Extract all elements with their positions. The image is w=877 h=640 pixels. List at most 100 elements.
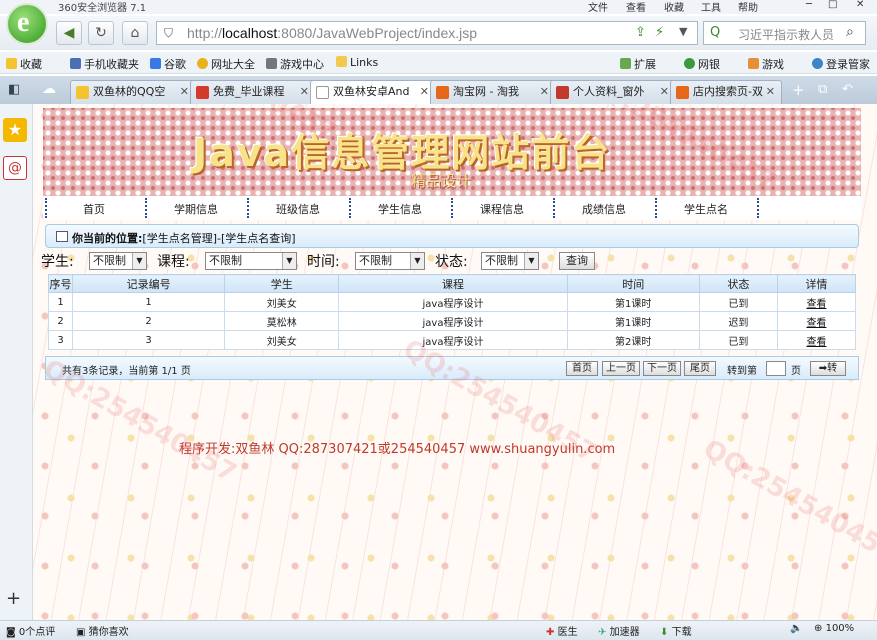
tab-6[interactable]: 店内搜索页-双 ✕ — [670, 80, 782, 104]
back-button[interactable]: ◀ — [56, 21, 82, 45]
menu-favorites[interactable]: 收藏 — [664, 0, 684, 14]
game-icon — [748, 58, 759, 69]
tab-3[interactable]: 双鱼林安卓And ✕ — [310, 80, 436, 104]
last-page-button[interactable]: 尾页 — [684, 361, 716, 376]
chevron-down-icon: ▼ — [410, 253, 424, 269]
close-icon[interactable]: ✕ — [856, 0, 864, 10]
gamepad-icon — [266, 58, 277, 69]
browser-logo-icon[interactable]: e — [6, 3, 48, 45]
fav-google[interactable]: 谷歌 — [150, 56, 186, 72]
search-box[interactable]: Q 习近平指示救人员 ⌕ — [703, 21, 866, 45]
grid-icon — [620, 58, 631, 69]
menu-help[interactable]: 帮助 — [738, 0, 758, 14]
menu-view[interactable]: 查看 — [626, 0, 646, 14]
view-link[interactable]: 查看 — [806, 337, 826, 348]
fav-games[interactable]: 游戏中心 — [266, 56, 324, 72]
accelerator-status[interactable]: ✈ 加速器 — [598, 623, 640, 638]
home-button[interactable]: ⌂ — [122, 21, 148, 45]
search-engine-icon[interactable]: Q — [710, 25, 720, 40]
menu-file[interactable]: 文件 — [588, 0, 608, 14]
window-title: 360安全浏览器 7.1 — [58, 3, 147, 14]
share-icon[interactable]: ⇪ — [635, 25, 646, 40]
course-filter-label: 课程: — [157, 254, 190, 270]
refresh-button[interactable]: ↻ — [88, 21, 114, 45]
goto-label: 转到第 — [727, 366, 757, 377]
comment-icon: ◙ — [6, 627, 16, 638]
nav-term[interactable]: 学期信息 — [145, 201, 247, 217]
page-icon — [316, 86, 329, 99]
undo-icon[interactable]: ↶ — [842, 82, 853, 97]
sidebar-toggle-icon[interactable]: ◧ — [8, 82, 20, 97]
nav-home[interactable]: 首页 — [43, 201, 145, 217]
cell-detail: 查看 — [776, 292, 857, 312]
chevron-down-icon[interactable]: ▼ — [679, 25, 687, 38]
view-link[interactable]: 查看 — [806, 318, 826, 329]
maximize-icon[interactable]: □ — [828, 0, 837, 10]
fav-sites[interactable]: 网址大全 — [197, 56, 255, 72]
download-status[interactable]: ⬇ 下载 — [660, 623, 692, 638]
first-page-button[interactable]: 首页 — [566, 361, 598, 376]
search-icon[interactable]: ⌕ — [846, 24, 854, 40]
fav-game[interactable]: 游戏 — [748, 56, 784, 72]
new-tab-icon[interactable]: + — [792, 81, 805, 99]
tab-close-icon[interactable]: ✕ — [540, 81, 549, 103]
lightning-icon[interactable]: ⚡ — [655, 25, 664, 40]
url-input[interactable]: ⛉ http://localhost:8080/JavaWebProject/i… — [156, 21, 698, 45]
cell-time: 第2课时 — [566, 330, 700, 350]
next-page-button[interactable]: 下一页 — [643, 361, 681, 376]
tab-close-icon[interactable]: ✕ — [660, 81, 669, 103]
status-bar — [0, 620, 877, 640]
tab-close-icon[interactable]: ✕ — [420, 81, 429, 103]
add-panel-icon[interactable]: + — [6, 588, 21, 609]
nav-class[interactable]: 班级信息 — [247, 201, 349, 217]
time-select[interactable]: 不限制 ▼ — [355, 252, 425, 270]
page-number-input[interactable] — [766, 361, 786, 376]
fav-login[interactable]: 登录管家 — [812, 56, 870, 72]
fav-collect[interactable]: 收藏 — [6, 56, 42, 72]
restore-tab-icon[interactable]: ⧉ — [818, 82, 827, 97]
view-link[interactable]: 查看 — [806, 299, 826, 310]
nav-rollcall[interactable]: 学生点名 — [655, 201, 757, 217]
favorites-star-icon[interactable]: ★ — [3, 118, 27, 142]
mail-icon[interactable]: @ — [3, 156, 27, 180]
cell-no: 3 — [47, 330, 74, 350]
cell-no: 2 — [47, 311, 74, 331]
prev-page-button[interactable]: 上一页 — [602, 361, 640, 376]
key-icon — [812, 58, 823, 69]
tab-close-icon[interactable]: ✕ — [766, 81, 775, 103]
fav-mobile[interactable]: 手机收藏夹 — [70, 56, 139, 72]
cell-id: 2 — [72, 311, 226, 331]
url-path: :8080/JavaWebProject/index.jsp — [277, 25, 478, 41]
cell-student: 刘美女 — [224, 330, 340, 350]
go-button[interactable]: ➡转 — [810, 361, 846, 376]
fav-bank[interactable]: 网银 — [684, 56, 720, 72]
nav-score[interactable]: 成绩信息 — [553, 201, 655, 217]
tab-close-icon[interactable]: ✕ — [180, 81, 189, 103]
course-select[interactable]: 不限制 ▼ — [205, 252, 297, 270]
fav-links[interactable]: Links — [336, 56, 378, 69]
comments-status[interactable]: ◙ 0个点评 — [6, 623, 55, 638]
minimize-icon[interactable]: ─ — [806, 0, 812, 10]
search-input[interactable]: 习近平指示救人员 — [738, 26, 834, 43]
fav-extensions[interactable]: 扩展 — [620, 56, 656, 72]
chevron-down-icon: ▼ — [132, 253, 146, 269]
zoom-status[interactable]: ⊕ 100% — [814, 623, 854, 634]
cloud-icon[interactable]: ☁ — [42, 81, 56, 97]
tab-4[interactable]: 淘宝网 - 淘我 ✕ — [430, 80, 556, 104]
tab-close-icon[interactable]: ✕ — [300, 81, 309, 103]
nav-course[interactable]: 课程信息 — [451, 201, 553, 217]
tab-5[interactable]: 个人资料_窗外 ✕ — [550, 80, 676, 104]
doctor-status[interactable]: ✚ 医生 — [546, 623, 578, 638]
tab-2[interactable]: 免费_毕业课程 ✕ — [190, 80, 316, 104]
menu-tools[interactable]: 工具 — [701, 0, 721, 14]
tab-1[interactable]: 双鱼林的QQ空 ✕ — [70, 80, 196, 104]
nav-student[interactable]: 学生信息 — [349, 201, 451, 217]
query-button[interactable]: 查询 — [559, 252, 595, 270]
table-row: 1 1 刘美女 java程序设计 第1课时 已到 查看 — [47, 292, 857, 312]
col-course: 课程 — [338, 274, 568, 293]
guess-status[interactable]: ▣ 猜你喜欢 — [76, 623, 129, 638]
state-select[interactable]: 不限制 ▼ — [481, 252, 539, 270]
volume-icon[interactable]: 🔈 — [790, 623, 802, 634]
student-filter-label: 学生: — [41, 254, 74, 270]
student-select[interactable]: 不限制 ▼ — [89, 252, 147, 270]
